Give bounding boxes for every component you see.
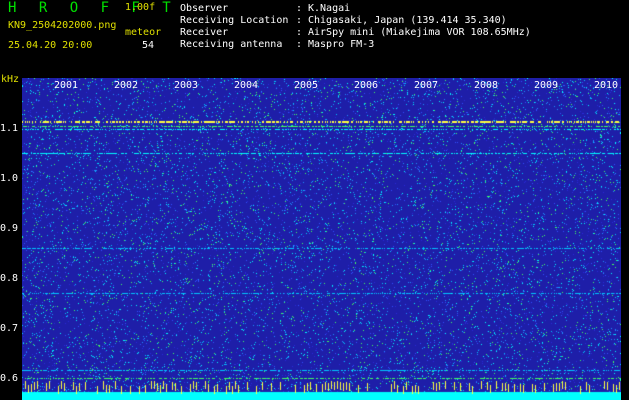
y-tick-label: 0.9 [0,223,19,234]
antenna-value: Maspro FM-3 [308,39,375,50]
observer-label: Observer [180,3,229,14]
observer-value: K.Nagai [308,3,351,14]
receiver-separator: : [296,27,303,38]
meteor-label: meteor [125,27,162,38]
y-tick-label: 1.0 [0,173,19,184]
location-separator: : [296,15,303,26]
x-tick-label: 2008 [474,80,499,91]
x-tick-label: 2003 [174,80,199,91]
observer-separator: : [296,3,303,14]
x-tick-label: 2007 [414,80,439,91]
x-tick-label: 2005 [294,80,319,91]
version-label: 1.00f [125,2,156,13]
x-tick-label: 2009 [534,80,559,91]
header-panel: H R O F F T 1.00f KN9_2504202000.png met… [0,0,629,76]
y-tick-label: 1.1 [0,123,19,134]
antenna-separator: : [296,39,303,50]
meteor-count: 54 [142,40,155,51]
y-tick-label: 0.6 [0,373,19,384]
x-tick-label: 2002 [114,80,139,91]
antenna-label: Receiving antenna [180,39,283,50]
filename-label: KN9_2504202000.png [8,20,117,31]
y-tick-label: 0.8 [0,273,19,284]
datetime-label: 25.04.20 20:00 [8,40,93,51]
receiver-value: AirSpy mini (Miakejima VOR 108.65MHz) [308,27,531,38]
x-tick-label: 2001 [54,80,79,91]
frequency-unit-label: kHz [1,74,20,85]
y-tick-label: 0.7 [0,323,19,334]
waterfall-spectrogram [22,78,621,400]
location-value: Chigasaki, Japan (139.414 35.340) [308,15,507,26]
location-label: Receiving Location [180,15,289,26]
x-tick-label: 2010 [594,80,619,91]
receiver-label: Receiver [180,27,229,38]
x-tick-label: 2004 [234,80,259,91]
x-tick-label: 2006 [354,80,379,91]
